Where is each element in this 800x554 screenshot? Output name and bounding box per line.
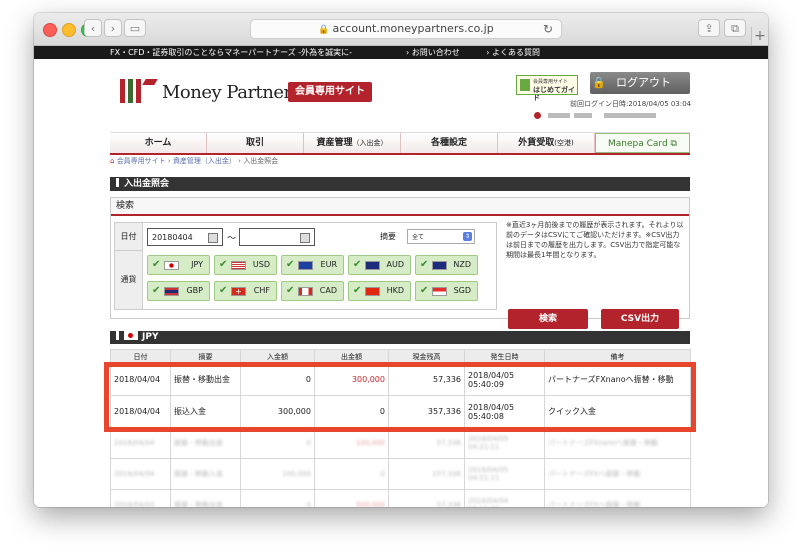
currency-toggle-hkd[interactable]: ✔ HKD [348,281,411,301]
check-icon: ✔ [353,285,362,296]
gb-flag-icon [164,287,179,296]
tabs-icon[interactable]: ⧉ [724,19,746,37]
breadcrumb-current: 入出金照会 [243,157,279,165]
search-form: 日付 通貨 20180404 〜 摘要 全て ⇕ ✔ JPY ✔ USD ✔ EUR ✔… [114,222,497,310]
currency-toggle-gbp[interactable]: ✔ GBP [147,281,210,301]
date-from-input[interactable]: 20180404 [147,228,223,246]
share-icon[interactable]: ⇪ [698,19,720,37]
logout-button[interactable]: 🔒 ログアウト [590,72,690,94]
nav-manepa-card[interactable]: Manepa Card ⧉ [595,133,690,153]
nav-asset-management[interactable]: 資産管理（入出金） [304,133,401,153]
table-row: 2018/04/04 振替・移動出金 0 100,000 57,336 2018… [110,427,691,459]
breadcrumb-asset-management[interactable]: 資産管理（入出金） [173,157,236,165]
browser-toolbar: ‹ › ▭ 🔒 account.moneypartners.co.jp ↻ ⇪ ⧉… [34,13,768,46]
minimize-window-button[interactable] [62,23,76,37]
site-tagline: FX・CFD・証券取引のことならマネーパートナーズ -外為を誠実に- [110,48,353,57]
main-nav: ホーム 取引 資産管理（入出金） 各種設定 外貨受取(空港) Manepa Ca… [110,132,690,155]
check-icon: ✔ [353,259,362,270]
jp-flag-icon [164,261,179,270]
close-window-button[interactable] [43,23,57,37]
check-icon: ✔ [286,259,295,270]
beginner-guide-button[interactable]: 会員専用サイト はじめてガイド [516,75,578,102]
search-panel: 検索 日付 通貨 20180404 〜 摘要 全て ⇕ ✔ JPY ✔ USD ✔ EU… [110,197,690,329]
lock-icon: 🔒 [318,25,330,35]
top-strip: FX・CFD・証券取引のことならマネーパートナーズ -外為を誠実に- › お問い… [34,46,768,59]
jp-flag-icon [124,331,138,340]
logo-mark [120,79,160,103]
currency-toggle-cad[interactable]: ✔ CAD [281,281,344,301]
search-heading: 検索 [111,198,689,216]
contact-link[interactable]: › お問い合わせ [406,48,472,57]
check-icon: ✔ [152,259,161,270]
results-section-header: JPY [110,331,690,344]
nav-trade[interactable]: 取引 [207,133,304,153]
hk-flag-icon [365,287,380,296]
url-text: account.moneypartners.co.jp [332,22,494,35]
reload-icon[interactable]: ↻ [543,20,553,38]
currency-toggle-sgd[interactable]: ✔ SGD [415,281,478,301]
check-icon: ✔ [420,285,429,296]
ch-flag-icon: + [231,287,246,296]
web-content: FX・CFD・証券取引のことならマネーパートナーズ -外為を誠実に- › お問い… [34,46,768,507]
external-link-icon: ⧉ [670,139,677,149]
member-site-badge: 会員専用サイト [288,82,372,102]
check-icon: ✔ [219,259,228,270]
eu-flag-icon [298,261,313,270]
calendar-icon[interactable] [208,233,218,243]
nav-home[interactable]: ホーム [110,133,207,153]
check-icon: ✔ [219,285,228,296]
search-note: ※直近3ヶ月前後までの履歴が表示されます。それより以前のデータはCSVにてご確認… [506,221,684,259]
sg-flag-icon [432,287,447,296]
currency-toggle-usd[interactable]: ✔ USD [214,255,277,275]
date-label: 日付 [115,223,143,251]
faq-link[interactable]: › よくある質問 [486,48,552,57]
lock-icon: 🔒 [592,76,606,89]
browser-window: ‹ › ▭ 🔒 account.moneypartners.co.jp ↻ ⇪ ⧉… [34,13,768,507]
check-icon: ✔ [152,285,161,296]
chevron-down-icon: ⇕ [463,232,472,241]
user-info [534,111,656,119]
currency-toggle-eur[interactable]: ✔ EUR [281,255,344,275]
highlight-annotation-box [104,362,696,432]
logo-text[interactable]: Money Partners [162,82,301,103]
currency-toggle-aud[interactable]: ✔ AUD [348,255,411,275]
page-title: 入出金照会 [110,177,690,191]
tekiyo-label: 摘要 [380,232,396,241]
tekiyo-select[interactable]: 全て ⇕ [407,229,475,244]
check-icon: ✔ [420,259,429,270]
nav-currency-pickup[interactable]: 外貨受取(空港) [498,133,595,153]
csv-export-button[interactable]: CSV出力 [601,309,679,329]
us-flag-icon [231,261,246,270]
address-bar[interactable]: 🔒 account.moneypartners.co.jp ↻ [250,19,562,39]
home-icon: ⌂ [110,157,115,165]
ca-flag-icon [298,287,313,296]
table-row: 2018/04/03 振替・移動出金 0 500,000 57,336 2018… [110,489,691,507]
currency-toggle-chf[interactable]: ✔ + CHF [214,281,277,301]
guide-icon [520,79,530,91]
au-flag-icon [365,261,380,270]
date-to-input[interactable] [239,228,315,246]
new-tab-button[interactable]: + [751,27,768,45]
user-icon [534,111,541,119]
nz-flag-icon [432,261,447,270]
check-icon: ✔ [286,285,295,296]
nav-settings[interactable]: 各種設定 [401,133,498,153]
table-row: 2018/04/04 振替・移動入金 100,000 0 157,336 201… [110,458,691,490]
breadcrumb: ⌂ 会員専用サイト › 資産管理（入出金） › 入出金照会 [110,157,279,165]
breadcrumb-member-site[interactable]: 会員専用サイト [117,157,166,165]
calendar-icon[interactable] [300,233,310,243]
search-button[interactable]: 検索 [508,309,588,329]
currency-label: 通貨 [115,251,143,309]
forward-button[interactable]: › [104,19,122,37]
currency-toggle-jpy[interactable]: ✔ JPY [147,255,210,275]
last-login: 前回ログイン日時:2018/04/05 03:04 [570,100,692,108]
back-button[interactable]: ‹ [84,19,102,37]
sidebar-icon[interactable]: ▭ [124,19,146,37]
currency-toggle-nzd[interactable]: ✔ NZD [415,255,478,275]
